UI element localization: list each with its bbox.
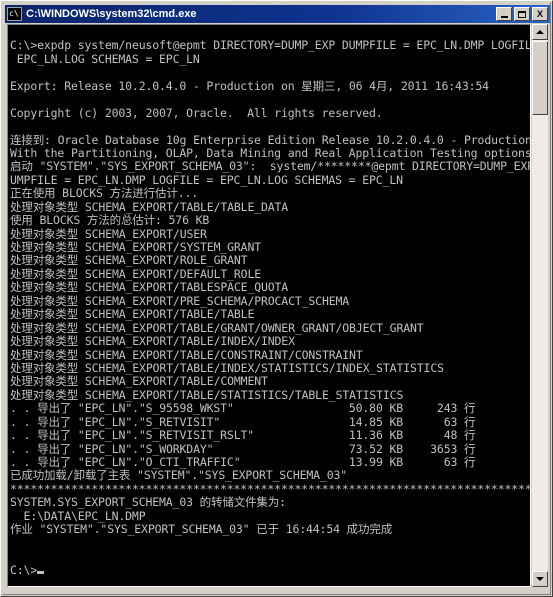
cmd-window: C:\WINDOWS\system32\cmd.exe X C:\>expdp … [0,0,553,597]
console-line: 处理对象类型 SCHEMA_EXPORT/TABLE/CONSTRAINT/CO… [10,347,363,362]
console-line: 处理对象类型 SCHEMA_EXPORT/TABLE/INDEX/INDEX [10,334,295,349]
scrollbar-thumb[interactable] [532,41,548,115]
maximize-button[interactable] [514,7,530,21]
console-line: SYSTEM.SYS_EXPORT_SCHEMA_03 的转储文件集为: [10,495,286,510]
console-line: 已成功加载/卸载了主表 "SYSTEM"."SYS_EXPORT_SCHEMA_… [10,468,348,483]
title-bar[interactable]: C:\WINDOWS\system32\cmd.exe X [5,5,550,23]
window-controls: X [496,7,548,21]
console-line: 处理对象类型 SCHEMA_EXPORT/USER [10,226,207,241]
console-line: EPC_LN.LOG SCHEMAS = EPC_LN [10,51,200,66]
maximize-icon [518,10,526,18]
console-line: C:\> [10,563,530,577]
console-area: C:\>expdp system/neusoft@epmt DIRECTORY=… [5,23,550,594]
window-title: C:\WINDOWS\system32\cmd.exe [26,8,197,20]
console-line: 连接到: Oracle Database 10g Enterprise Edit… [10,132,531,147]
console-line: 处理对象类型 SCHEMA_EXPORT/SYSTEM_GRANT [10,240,261,254]
console-line: 正在使用 BLOCKS 方法进行估计... [10,186,199,201]
console-line: 处理对象类型 SCHEMA_EXPORT/TABLE/TABLE [10,307,255,322]
scroll-down-button[interactable] [532,571,548,587]
console-line: . . 导出了 "EPC_LN"."S_RETVISIT_RSLT" 11.36… [10,428,476,443]
console-line: 作业 "SYSTEM"."SYS_EXPORT_SCHEMA_03" 已于 16… [10,522,393,537]
console-line: Export: Release 10.2.0.4.0 - Production … [10,78,489,93]
console-line: UMPFILE = EPC_LN.DMP LOGFILE = EPC_LN.LO… [10,172,403,187]
chevron-down-icon [536,577,544,581]
console-line: 处理对象类型 SCHEMA_EXPORT/DEFAULT_ROLE [10,266,261,281]
minimize-icon [500,15,508,18]
console-line: 处理对象类型 SCHEMA_EXPORT/TABLE/GRANT/OWNER_G… [10,320,424,335]
console-line: 处理对象类型 SCHEMA_EXPORT/TABLE/TABLE_DATA [10,199,289,214]
scroll-up-button[interactable] [532,24,548,40]
window-inner-frame: C:\WINDOWS\system32\cmd.exe X C:\>expdp … [2,2,551,595]
cmd-icon [7,7,22,21]
console-line: With the Partitioning, OLAP, Data Mining… [10,145,531,160]
text-cursor [37,570,45,574]
console-line: . . 导出了 "EPC_LN"."S_95598_WKST" 50.80 KB… [10,401,476,416]
console-line: . . 导出了 "EPC_LN"."O_CTI_TRAFFIC" 13.99 K… [10,455,476,469]
console-line: 处理对象类型 SCHEMA_EXPORT/PRE_SCHEMA/PROCACT_… [10,293,350,308]
chevron-up-icon [536,30,544,34]
console-line: 处理对象类型 SCHEMA_EXPORT/TABLE/STATISTICS/TA… [10,387,404,402]
console-line: . . 导出了 "EPC_LN"."S_RETVISIT" 14.85 KB 6… [10,414,476,429]
console-text-body: C:\>expdp system/neusoft@epmt DIRECTORY=… [10,26,531,577]
vertical-scrollbar[interactable] [532,24,548,587]
console-line: ****************************************… [10,481,531,496]
console-line: Copyright (c) 2003, 2007, Oracle. All ri… [10,105,383,120]
console-line: E:\DATA\EPC_LN.DMP [10,508,146,523]
console-line: C:\>expdp system/neusoft@epmt DIRECTORY=… [10,38,531,53]
console-output[interactable]: C:\>expdp system/neusoft@epmt DIRECTORY=… [7,24,531,587]
scrollbar-track[interactable] [532,40,548,571]
minimize-button[interactable] [496,7,512,21]
console-line: 使用 BLOCKS 方法的总估计: 576 KB [10,213,210,228]
console-line: 处理对象类型 SCHEMA_EXPORT/TABLESPACE_QUOTA [10,280,289,295]
close-button[interactable]: X [532,7,548,21]
console-line: 处理对象类型 SCHEMA_EXPORT/ROLE_GRANT [10,253,248,268]
console-line: 处理对象类型 SCHEMA_EXPORT/TABLE/COMMENT [10,374,268,389]
console-line: 启动 "SYSTEM"."SYS_EXPORT_SCHEMA_03": syst… [10,159,531,174]
console-line: . . 导出了 "EPC_LN"."S_WORKDAY" 73.52 KB 36… [10,441,476,456]
console-line: 处理对象类型 SCHEMA_EXPORT/TABLE/INDEX/STATIST… [10,360,444,375]
